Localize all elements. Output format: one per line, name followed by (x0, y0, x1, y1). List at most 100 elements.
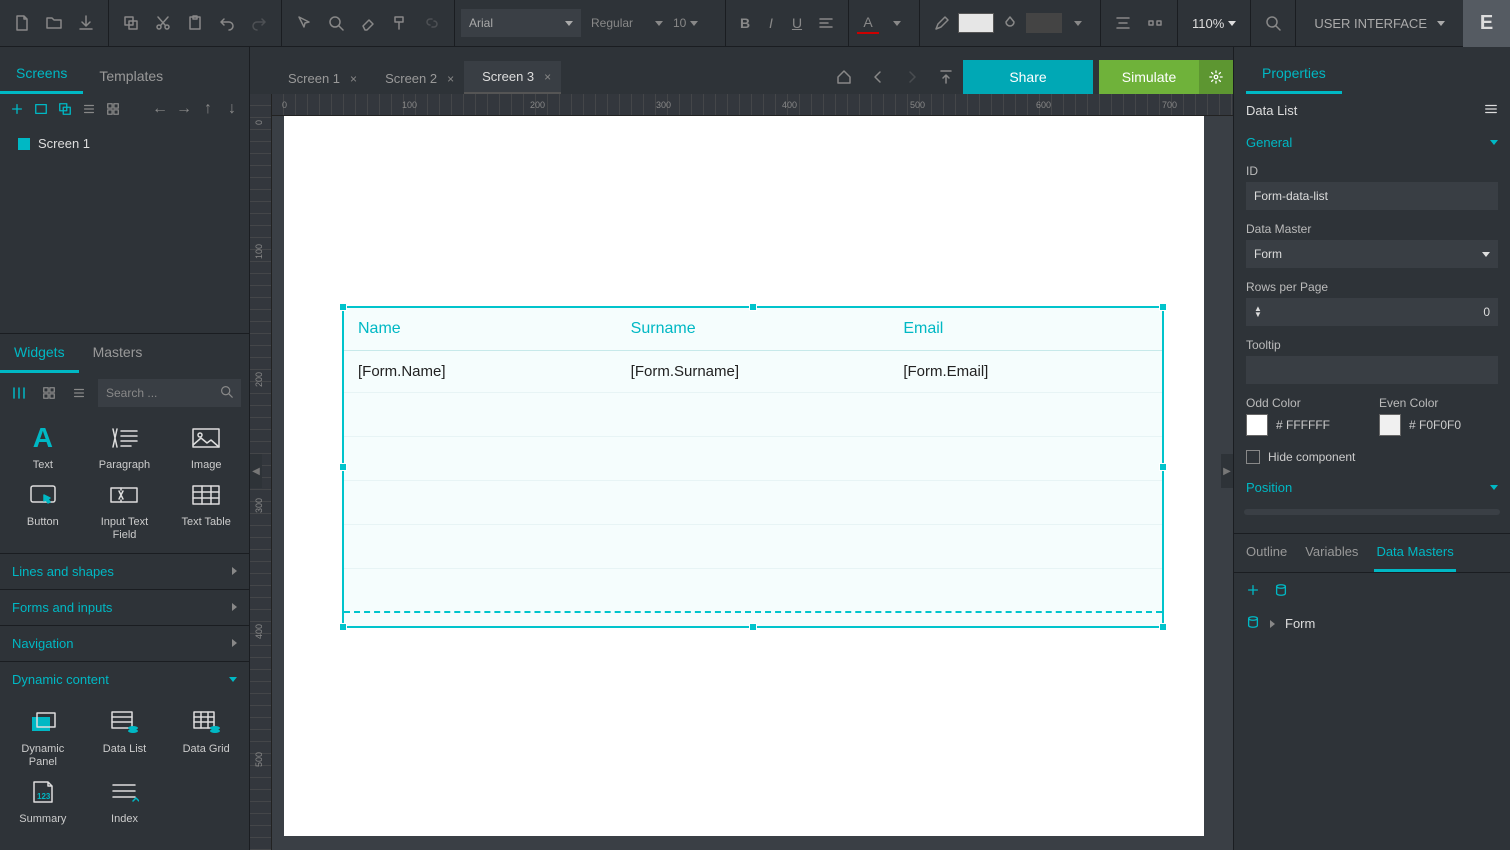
section-position[interactable]: Position (1234, 472, 1510, 503)
simulate-button[interactable]: Simulate (1099, 60, 1199, 94)
resize-handle[interactable] (1159, 303, 1167, 311)
grid-icon[interactable] (104, 100, 122, 118)
opacity-icon[interactable] (998, 11, 1022, 35)
stroke-swatch[interactable] (1026, 13, 1062, 33)
data-master-item[interactable]: Form (1234, 607, 1510, 640)
stepper-arrows-icon[interactable]: ▲▼ (1254, 306, 1262, 318)
duplicate-icon[interactable] (56, 100, 74, 118)
widget-paragraph[interactable]: Paragraph (88, 423, 162, 472)
even-color-swatch[interactable] (1379, 414, 1401, 436)
screen-list-item[interactable]: Screen 1 (10, 130, 239, 157)
cut-icon[interactable] (151, 11, 175, 35)
canvas-area[interactable]: 0 100 200 300 400 500 0 100 200 300 400 … (250, 94, 1233, 850)
category-forms-inputs[interactable]: Forms and inputs (0, 589, 249, 625)
pointer-icon[interactable] (292, 11, 316, 35)
import-icon[interactable] (931, 62, 961, 92)
forward-icon[interactable] (897, 62, 927, 92)
download-icon[interactable] (74, 11, 98, 35)
import-data-master-icon[interactable] (1272, 581, 1290, 599)
properties-menu-icon[interactable] (1484, 102, 1498, 119)
selected-data-list[interactable]: Name Surname Email [Form.Name] [Form.Sur… (342, 306, 1164, 628)
collapse-right-panel-icon[interactable]: ▶ (1221, 454, 1233, 488)
distribute-icon[interactable] (1143, 11, 1167, 35)
zoom-icon[interactable] (324, 11, 348, 35)
section-general[interactable]: General (1234, 127, 1510, 158)
home-icon[interactable] (829, 62, 859, 92)
align-icon[interactable] (1111, 11, 1135, 35)
new-file-icon[interactable] (10, 11, 34, 35)
odd-color-swatch[interactable] (1246, 414, 1268, 436)
resize-handle[interactable] (1159, 623, 1167, 631)
resize-handle[interactable] (749, 623, 757, 631)
canvas-page[interactable]: Name Surname Email [Form.Name] [Form.Sur… (284, 116, 1204, 836)
category-lines-shapes[interactable]: Lines and shapes (0, 553, 249, 589)
widget-button[interactable]: Button (6, 480, 80, 542)
data-master-select[interactable]: Form (1246, 240, 1498, 268)
underline-button[interactable]: U (786, 12, 808, 34)
category-dynamic-content[interactable]: Dynamic content (0, 661, 249, 697)
nav-left-icon[interactable]: ← (151, 100, 169, 118)
screen-tab-1[interactable]: Screen 1× (270, 63, 367, 94)
paste-icon[interactable] (183, 11, 207, 35)
tab-masters[interactable]: Masters (79, 334, 157, 373)
share-button[interactable]: Share (963, 60, 1093, 94)
tab-widgets[interactable]: Widgets (0, 334, 79, 373)
eraser-icon[interactable] (356, 11, 380, 35)
resize-handle[interactable] (339, 303, 347, 311)
text-align-icon[interactable] (814, 11, 838, 35)
resize-handle[interactable] (339, 623, 347, 631)
list-icon[interactable] (80, 100, 98, 118)
column-header[interactable]: Email (889, 308, 1162, 350)
back-icon[interactable] (863, 62, 893, 92)
widget-data-grid[interactable]: Data Grid (169, 707, 243, 769)
add-image-icon[interactable] (32, 100, 50, 118)
rows-per-page-stepper[interactable]: ▲▼ 0 (1246, 298, 1498, 326)
widget-summary[interactable]: 123Summary (6, 777, 80, 826)
view-grid-icon[interactable] (38, 382, 60, 404)
resize-handle[interactable] (1159, 463, 1167, 471)
nav-down-icon[interactable]: ↓ (223, 100, 241, 118)
redo-icon[interactable] (247, 11, 271, 35)
text-color-dropdown[interactable] (885, 11, 909, 35)
tab-templates[interactable]: Templates (83, 58, 179, 94)
scrollbar[interactable] (1244, 509, 1500, 515)
close-icon[interactable]: × (447, 72, 454, 86)
widget-text[interactable]: AText (6, 423, 80, 472)
stroke-dropdown[interactable] (1066, 11, 1090, 35)
collapse-left-panel-icon[interactable]: ◀ (250, 454, 262, 488)
tab-outline[interactable]: Outline (1244, 534, 1289, 572)
simulate-settings-button[interactable] (1199, 60, 1233, 94)
data-cell[interactable]: [Form.Surname] (617, 351, 890, 392)
bold-button[interactable]: B (734, 12, 756, 34)
screen-tab-3[interactable]: Screen 3× (464, 61, 561, 94)
widget-search-input[interactable]: Search ... (98, 379, 241, 407)
undo-icon[interactable] (215, 11, 239, 35)
font-family-select[interactable]: Arial (461, 9, 581, 37)
column-header[interactable]: Name (344, 308, 617, 350)
open-folder-icon[interactable] (42, 11, 66, 35)
tab-screens[interactable]: Screens (0, 55, 83, 94)
hide-component-checkbox[interactable]: Hide component (1234, 442, 1510, 472)
view-list-icon[interactable] (68, 382, 90, 404)
add-data-master-icon[interactable] (1244, 581, 1262, 599)
view-columns-icon[interactable] (8, 382, 30, 404)
column-header[interactable]: Surname (617, 308, 890, 350)
resize-handle[interactable] (339, 463, 347, 471)
data-cell[interactable]: [Form.Name] (344, 351, 617, 392)
resize-handle[interactable] (749, 303, 757, 311)
category-navigation[interactable]: Navigation (0, 625, 249, 661)
id-input[interactable] (1246, 182, 1498, 210)
close-icon[interactable]: × (544, 70, 551, 84)
widget-data-list[interactable]: Data List (88, 707, 162, 769)
copy-icon[interactable] (119, 11, 143, 35)
link-icon[interactable] (420, 11, 444, 35)
add-screen-icon[interactable] (8, 100, 26, 118)
widget-image[interactable]: Image (169, 423, 243, 472)
tooltip-input[interactable] (1246, 356, 1498, 384)
format-painter-icon[interactable] (388, 11, 412, 35)
close-icon[interactable]: × (350, 72, 357, 86)
screen-tab-2[interactable]: Screen 2× (367, 63, 464, 94)
search-icon[interactable] (1261, 11, 1285, 35)
widget-index[interactable]: Index (88, 777, 162, 826)
font-weight-select[interactable]: Regular (591, 9, 663, 37)
